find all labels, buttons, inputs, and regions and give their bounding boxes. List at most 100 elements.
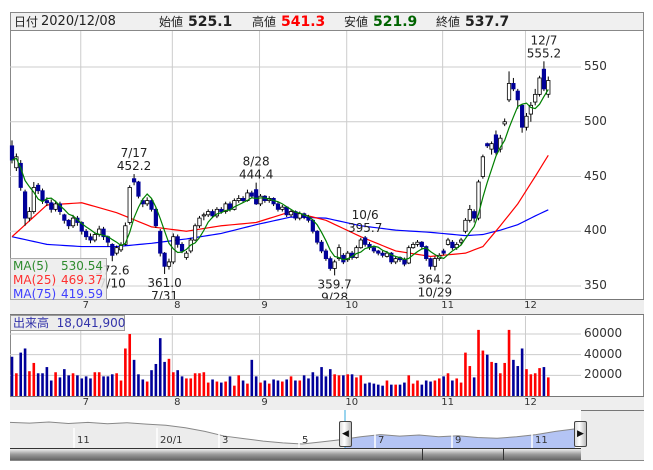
volume-bar-down	[19, 352, 23, 396]
date-value: 2020/12/08	[41, 14, 116, 29]
close-label: 終値	[436, 15, 461, 29]
price-tick-label: 350	[584, 278, 607, 292]
candle-up	[53, 203, 58, 210]
navigator-scrollbar[interactable]	[10, 448, 581, 460]
volume-bar-up	[481, 350, 485, 396]
volume-bar-down	[376, 384, 380, 396]
candle-down	[254, 189, 259, 205]
candle-up	[406, 247, 411, 264]
volume-bar-down	[472, 377, 476, 396]
navigator-left-handle[interactable]: ◀	[339, 421, 352, 447]
candle-down	[315, 230, 320, 243]
candle-down	[450, 241, 455, 249]
volume-bar-up	[333, 374, 336, 396]
candle-down	[376, 250, 381, 254]
volume-bar-up	[477, 329, 480, 396]
candle-down	[249, 192, 254, 197]
candle-up	[415, 241, 420, 245]
candle-down	[49, 202, 54, 210]
volume-bar-up	[172, 372, 175, 396]
candle-down	[62, 214, 67, 221]
candle-up	[184, 252, 189, 258]
candle-down	[441, 250, 446, 254]
volume-bar-down	[302, 375, 306, 396]
volume-bar-up	[385, 380, 389, 396]
candle-up	[332, 261, 337, 269]
annotation-high-second: 555.2	[527, 46, 561, 60]
ma-legend: MA(5) 530.54 MA(25) 469.37 MA(75) 419.59	[10, 258, 107, 301]
volume-bar-down	[342, 375, 345, 396]
volume-bar-down	[372, 383, 376, 396]
arrow-left-icon: ◀	[342, 429, 349, 439]
candle-up	[297, 213, 302, 219]
candle-up	[92, 234, 97, 241]
volume-bar-up	[246, 383, 249, 396]
annotation-high-first: 10/6	[352, 208, 379, 222]
annotation-high-second: 395.7	[348, 221, 382, 235]
volume-bar-up	[15, 373, 18, 396]
navigator-tick-label: 20/1	[160, 435, 182, 446]
volume-bar-down	[63, 369, 66, 396]
volume-bar-up	[346, 374, 350, 396]
candle-down	[380, 252, 385, 256]
volume-bar-up	[193, 373, 197, 396]
candle-down	[44, 200, 49, 204]
candle-up	[506, 83, 512, 101]
month-tick-label: 11	[441, 397, 454, 408]
annotation-high-second: 444.4	[239, 168, 273, 182]
volume-bar-up	[499, 373, 502, 396]
candle-down	[110, 243, 115, 256]
navigator-right-pad	[581, 411, 644, 460]
volume-bar-down	[58, 377, 62, 396]
navigator-right-handle[interactable]: ▶	[574, 421, 587, 447]
volume-bar-up	[529, 374, 533, 396]
volume-bar-down	[398, 384, 402, 396]
volume-bar-up	[411, 383, 415, 396]
volume-bar-up	[407, 375, 411, 396]
candle-down	[515, 90, 520, 101]
volume-bar-up	[538, 368, 541, 396]
volume-bar-down	[320, 367, 323, 396]
annotation-low-first: 364.2	[418, 272, 452, 286]
volume-bar-up	[189, 378, 193, 396]
volume-bar-up	[359, 375, 363, 396]
volume-bar-down	[250, 359, 254, 396]
candle-down	[472, 211, 477, 219]
candle-down	[175, 236, 180, 245]
volume-bar-up	[433, 380, 437, 396]
low-label: 安値	[344, 15, 369, 29]
ma25-value: 469.37	[61, 273, 103, 287]
volume-bar-up	[298, 380, 302, 396]
candle-up	[458, 239, 464, 243]
volume-bar-up	[97, 372, 101, 396]
month-tick-label: 10	[345, 300, 359, 311]
navigator-chart[interactable]: 11 20/1 3 5 7 9 11	[9, 410, 581, 448]
volume-bar-down	[424, 380, 428, 396]
ma25-label: MA(25)	[13, 273, 57, 287]
candle-up	[358, 239, 363, 249]
volume-bar-down	[49, 380, 53, 396]
candle-down	[131, 178, 137, 183]
annotation-high-first: 8/28	[243, 155, 270, 169]
volume-bar-down	[324, 376, 328, 396]
date-label: 日付	[14, 15, 39, 29]
volume-bar-down	[442, 376, 445, 396]
volume-bar-up	[32, 362, 36, 396]
candle-up	[193, 225, 198, 241]
candle-down	[179, 243, 185, 252]
navigator-tick-label: 11	[77, 435, 90, 446]
volume-bar-up	[281, 381, 284, 396]
volume-bar-down	[150, 370, 153, 396]
candle-up	[145, 200, 150, 205]
volume-bar-down	[276, 380, 280, 396]
candle-down	[541, 68, 547, 90]
candle-down	[66, 219, 71, 227]
candle-down	[428, 258, 433, 267]
candle-up	[127, 187, 132, 223]
navigator-tick-label: 5	[302, 435, 308, 446]
candle-up	[206, 211, 211, 216]
candle-down	[493, 134, 499, 153]
price-tick-label: 450	[584, 168, 607, 183]
volume-bar-down	[241, 380, 245, 396]
candle-up	[201, 214, 206, 217]
